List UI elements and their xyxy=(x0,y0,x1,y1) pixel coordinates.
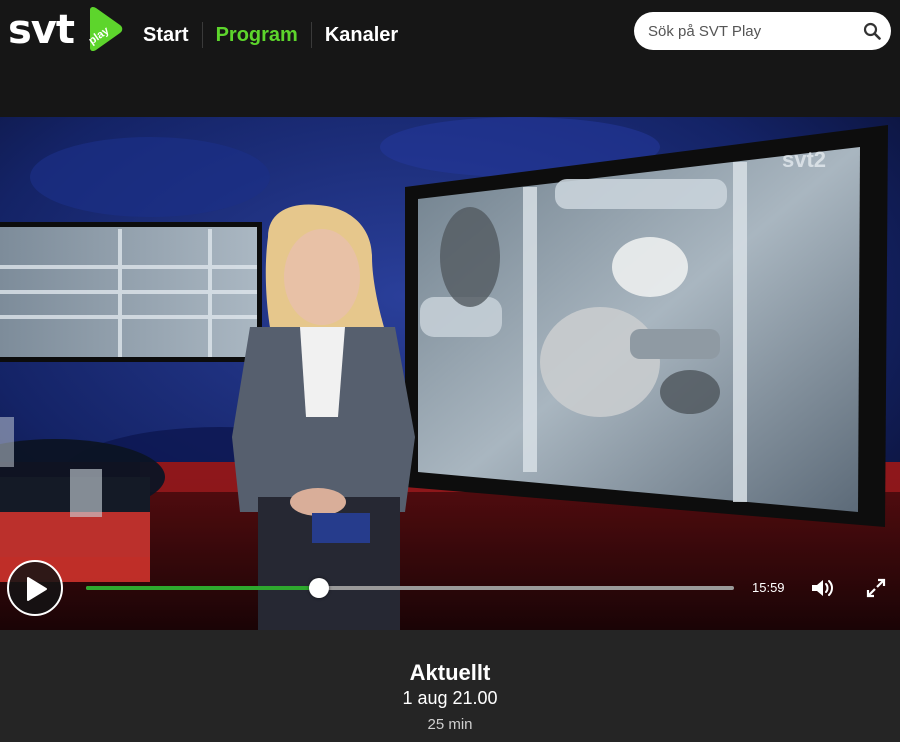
play-icon xyxy=(27,577,47,601)
fullscreen-icon[interactable] xyxy=(866,578,886,598)
channel-watermark: svt2 xyxy=(782,147,826,172)
duration-label: 15:59 xyxy=(752,580,785,595)
svt-play-logo[interactable]: svt play xyxy=(8,6,123,58)
nav-kanaler[interactable]: Kanaler xyxy=(312,22,411,48)
program-info: Aktuellt 1 aug 21.00 25 min xyxy=(0,630,900,742)
program-title: Aktuellt xyxy=(409,660,491,685)
play-button[interactable] xyxy=(7,560,63,616)
search-box[interactable] xyxy=(634,12,891,50)
volume-icon[interactable] xyxy=(810,577,834,599)
video-frame: svt2 xyxy=(0,117,900,630)
logo-text: svt xyxy=(8,7,75,53)
progress-fill xyxy=(86,586,320,590)
nav-program[interactable]: Program xyxy=(203,22,311,48)
program-air-date: 1 aug 21.00 xyxy=(402,688,498,708)
main-nav: Start Program Kanaler xyxy=(130,20,411,50)
video-player[interactable]: svt2 15:59 xyxy=(0,117,900,630)
program-length: 25 min xyxy=(427,716,473,733)
search-icon[interactable] xyxy=(863,22,881,40)
progress-bar[interactable] xyxy=(86,578,734,598)
nav-start[interactable]: Start xyxy=(130,22,202,48)
search-input[interactable] xyxy=(648,20,848,42)
site-header: svt play Start Program Kanaler xyxy=(0,0,900,68)
